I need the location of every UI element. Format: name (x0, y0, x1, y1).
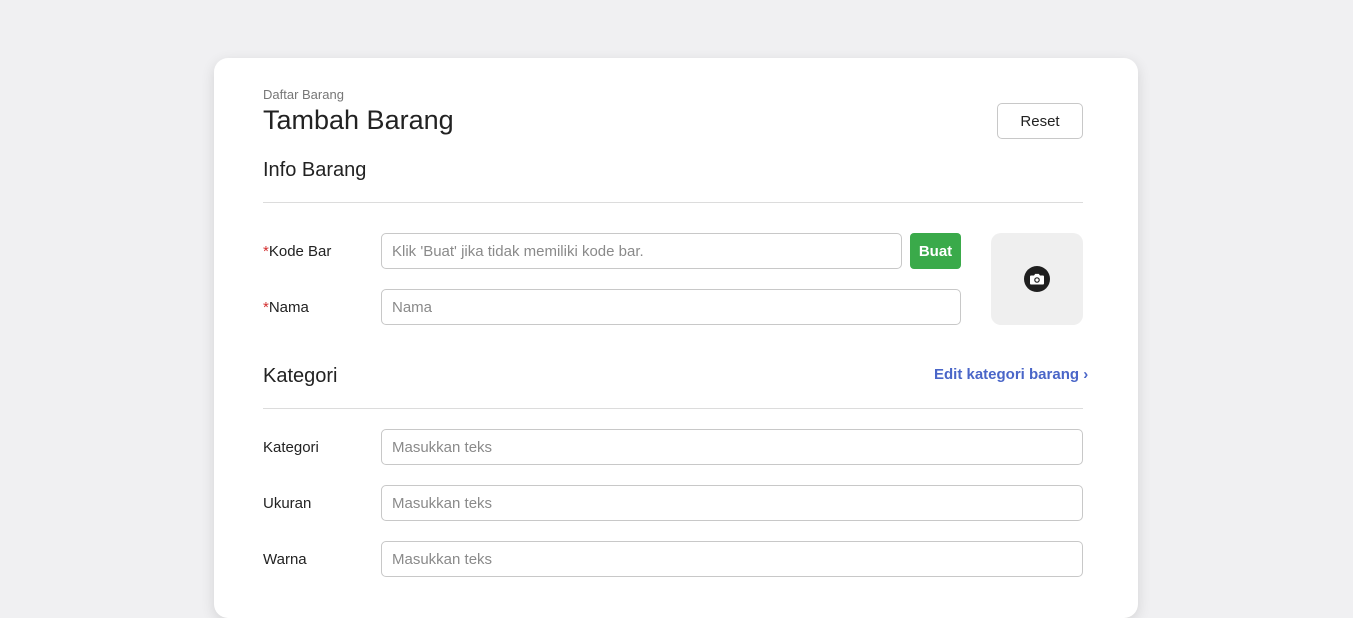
add-item-card: Daftar Barang Tambah Barang Reset Info B… (214, 58, 1138, 618)
nama-label: *Nama (263, 299, 309, 316)
divider (263, 408, 1083, 409)
kode-bar-label: *Kode Bar (263, 243, 331, 260)
edit-category-link[interactable]: Edit kategori barang › (934, 366, 1088, 383)
chevron-right-icon: › (1083, 366, 1089, 383)
breadcrumb[interactable]: Daftar Barang (263, 87, 344, 102)
warna-label: Warna (263, 551, 307, 568)
edit-category-link-text: Edit kategori barang (934, 366, 1080, 383)
warna-input[interactable] (381, 541, 1083, 577)
generate-barcode-button[interactable]: Buat (910, 233, 961, 269)
kode-bar-input[interactable] (381, 233, 902, 269)
page-title: Tambah Barang (263, 105, 454, 135)
ukuran-label: Ukuran (263, 495, 312, 512)
kode-bar-label-text: Kode Bar (268, 243, 332, 260)
camera-icon (1024, 266, 1050, 292)
photo-upload-box[interactable] (991, 233, 1083, 325)
nama-label-text: Nama (268, 299, 309, 316)
section-title-kategori: Kategori (263, 365, 338, 387)
section-title-info: Info Barang (263, 159, 367, 181)
ukuran-input[interactable] (381, 485, 1083, 521)
kategori-input[interactable] (381, 429, 1083, 465)
kategori-label: Kategori (263, 439, 319, 456)
reset-button[interactable]: Reset (997, 103, 1083, 139)
divider (263, 202, 1083, 203)
nama-input[interactable] (381, 289, 961, 325)
